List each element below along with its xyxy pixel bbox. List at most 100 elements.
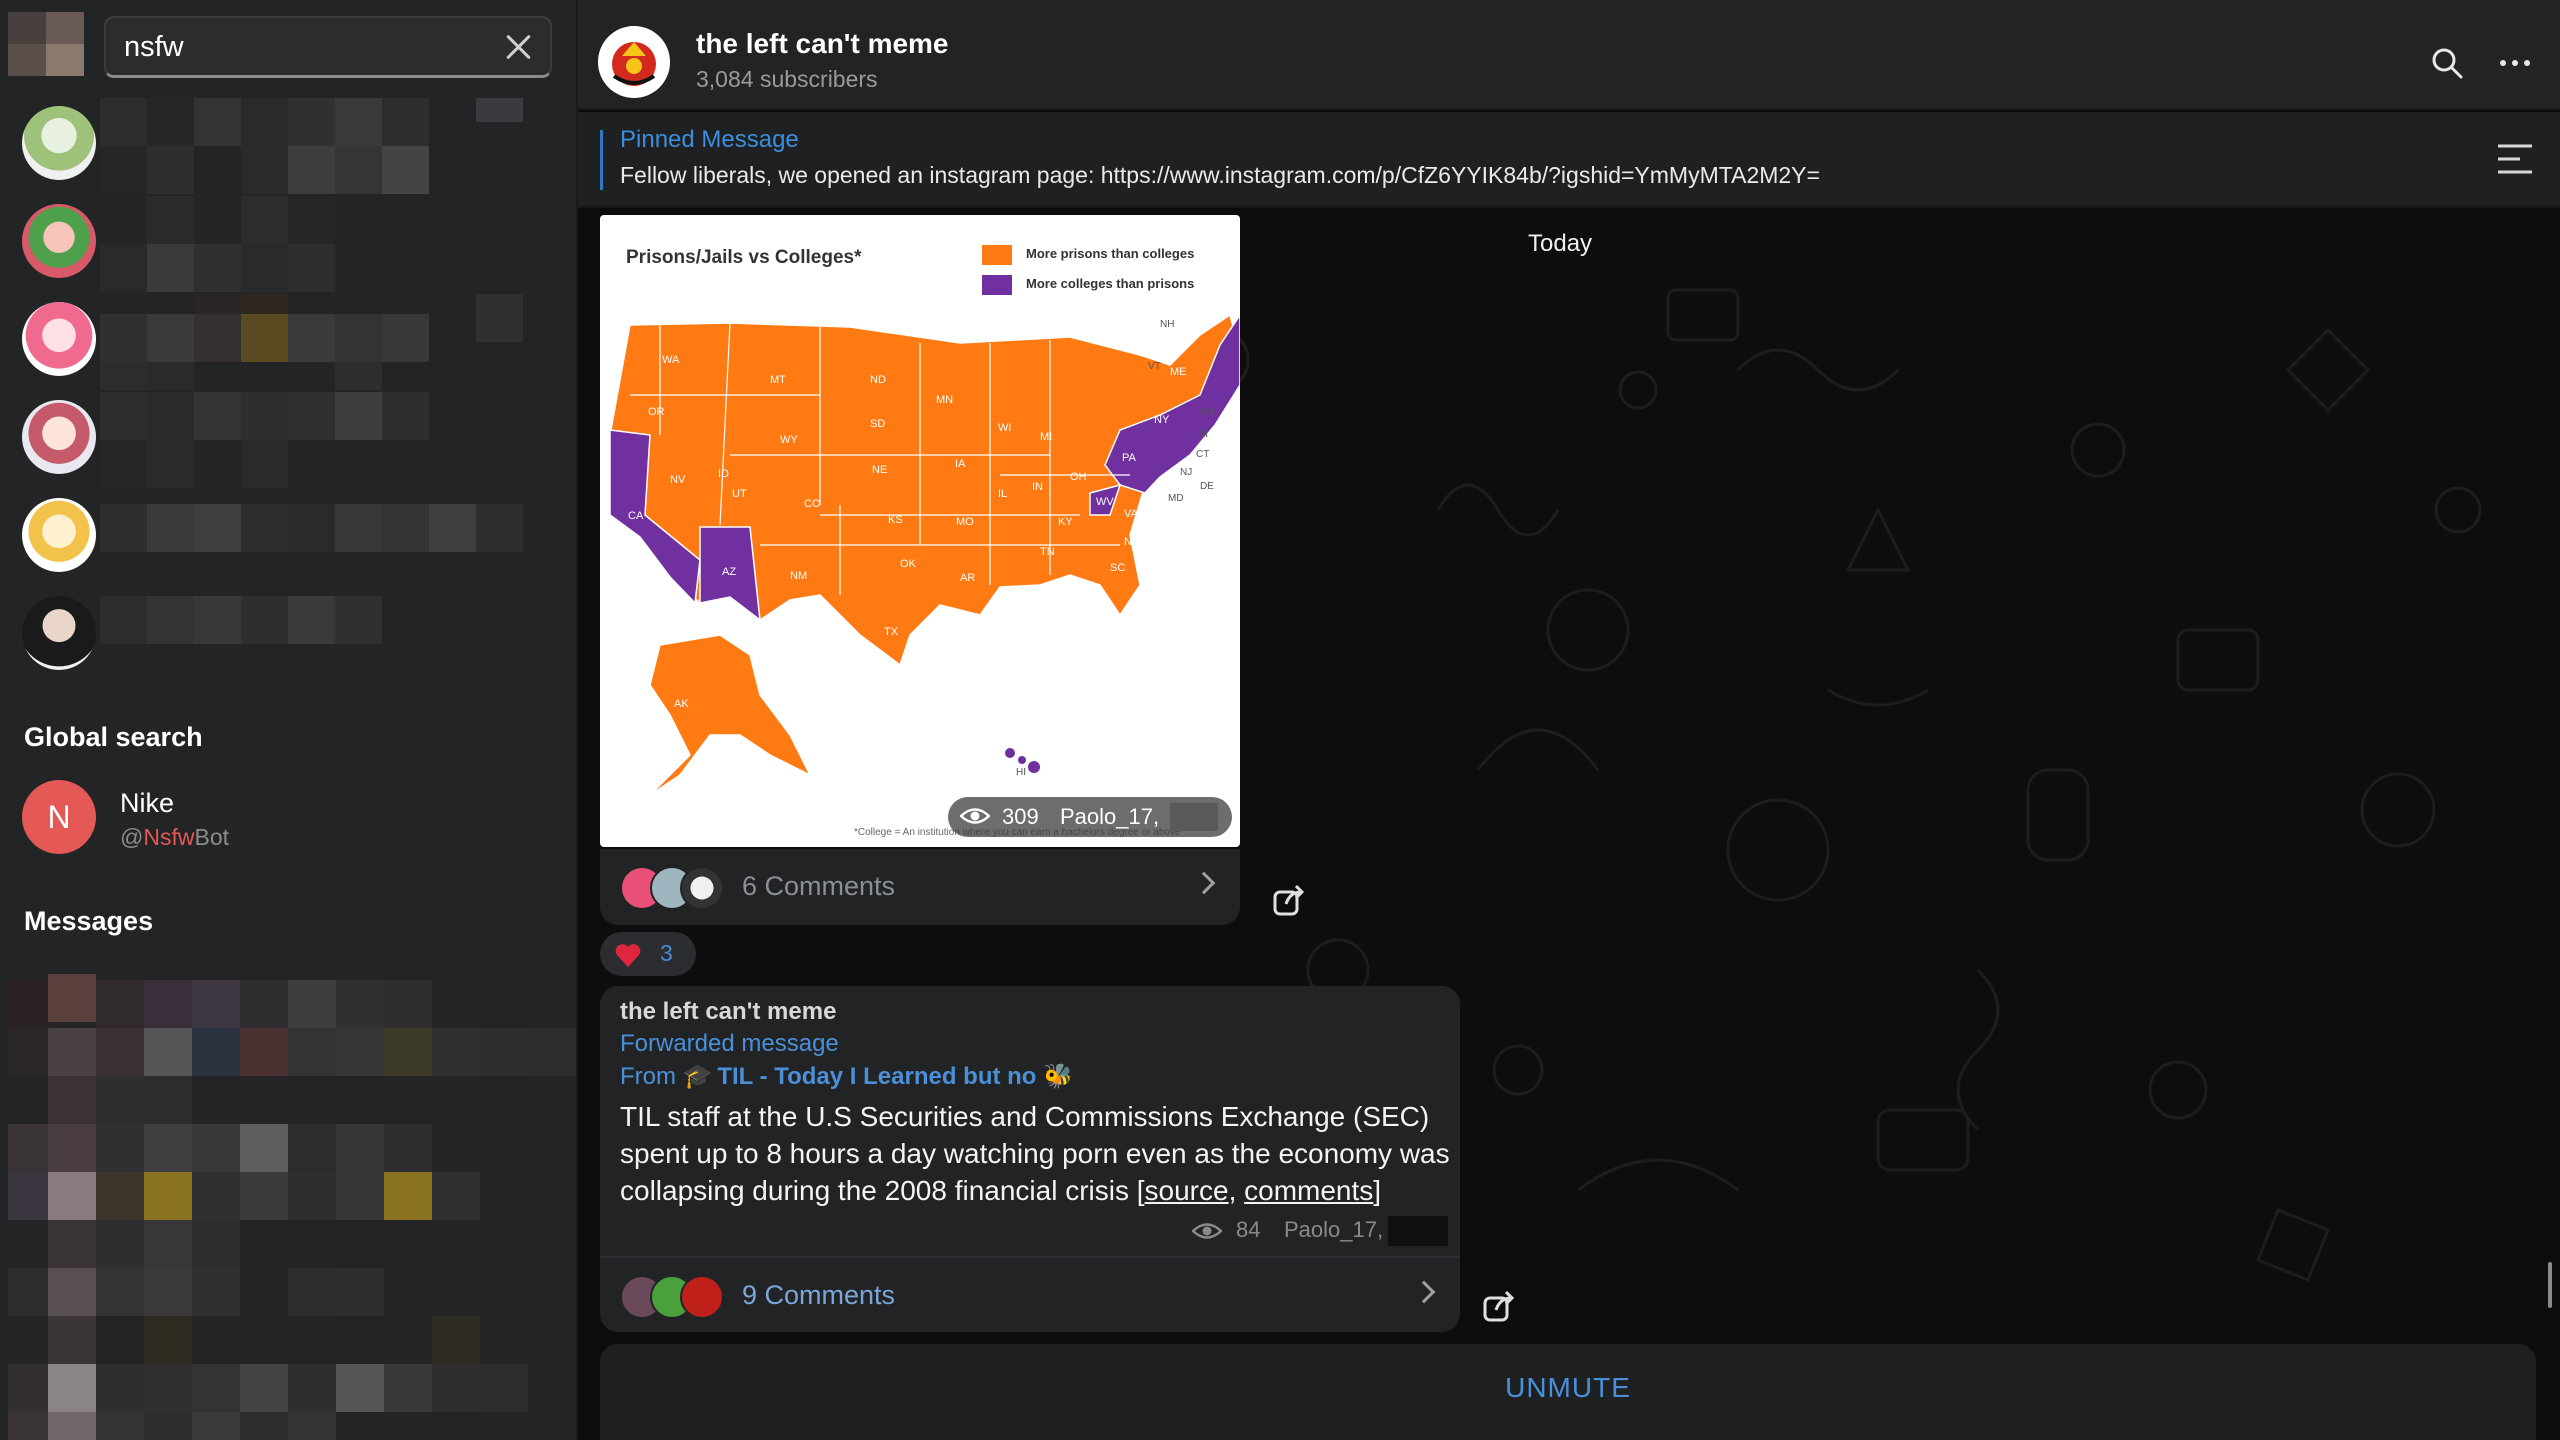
forwarded-from[interactable]: From 🎓 TIL - Today I Learned but no 🐝 <box>620 1062 1073 1091</box>
avatar <box>22 596 96 670</box>
svg-text:WA: WA <box>662 354 680 366</box>
heart-icon <box>615 944 641 967</box>
svg-text:OK: OK <box>900 558 917 570</box>
from-label: From <box>620 1063 676 1090</box>
us-map: WA OR CA ID MT WY NV UT CO AZ NM ND SD NE KS OK TX MN… <box>609 313 1240 796</box>
from-channel[interactable]: TIL - Today I Learned but no <box>717 1063 1036 1090</box>
message-results-pixelated[interactable] <box>0 962 576 1440</box>
svg-text:NM: NM <box>790 570 807 582</box>
svg-text:FL: FL <box>1116 658 1129 670</box>
source-link[interactable]: source <box>1145 1175 1229 1206</box>
chevron-right-icon <box>1192 871 1216 895</box>
svg-text:MA: MA <box>1200 407 1215 418</box>
svg-text:SD: SD <box>870 418 885 430</box>
unmute-button[interactable]: UNMUTE <box>600 1372 2536 1404</box>
pixelated-content <box>100 392 540 488</box>
svg-text:KY: KY <box>1058 516 1073 528</box>
svg-text:NV: NV <box>670 474 686 486</box>
graduation-cap-icon: 🎓 <box>682 1063 713 1090</box>
comments-button[interactable]: 9 Comments <box>600 1258 1460 1332</box>
menu-avatar[interactable] <box>8 12 84 76</box>
pixelated-content <box>100 196 540 292</box>
redacted-block <box>1388 1216 1448 1246</box>
avatar: N <box>22 780 96 854</box>
reaction-heart[interactable]: 3 <box>600 932 696 976</box>
svg-text:VA: VA <box>1124 508 1139 520</box>
eye-icon <box>1192 1223 1222 1239</box>
svg-text:AL: AL <box>1036 590 1049 602</box>
result-username: @NsfwBot <box>120 824 229 851</box>
svg-text:MO: MO <box>956 516 974 528</box>
pinned-title: Pinned Message <box>620 126 799 153</box>
comments-button[interactable]: 6 Comments <box>600 849 1240 925</box>
svg-text:MT: MT <box>770 374 786 386</box>
svg-text:NY: NY <box>1154 414 1170 426</box>
post-image[interactable]: Prisons/Jails vs Colleges* More prisons … <box>600 215 1240 847</box>
chat-row[interactable] <box>0 98 576 194</box>
chat-header[interactable]: the left can't meme 3,084 subscribers <box>578 0 2560 110</box>
pinned-message[interactable]: Pinned Message Fellow liberals, we opene… <box>578 112 2560 208</box>
pixelated-content <box>100 294 540 390</box>
post-meta: 84 Paolo_17, <box>1192 1216 1448 1246</box>
comments-count: 9 Comments <box>742 1280 896 1310</box>
svg-text:MI: MI <box>1040 431 1052 443</box>
svg-text:NC: NC <box>1124 536 1140 548</box>
chevron-right-icon <box>1412 1280 1436 1304</box>
messages-title: Messages <box>24 906 154 936</box>
avatar <box>22 498 96 572</box>
svg-text:ND: ND <box>870 374 886 386</box>
scrollbar-thumb[interactable] <box>2548 1262 2552 1308</box>
chat-row[interactable] <box>0 196 576 292</box>
eye-icon <box>960 808 990 824</box>
svg-text:UT: UT <box>732 488 747 500</box>
avatar <box>22 106 96 180</box>
svg-text:AR: AR <box>960 572 975 584</box>
svg-text:KS: KS <box>888 514 903 526</box>
share-icon[interactable] <box>1268 880 1308 920</box>
svg-text:MN: MN <box>936 394 953 406</box>
channel-title[interactable]: the left can't meme <box>696 28 949 60</box>
svg-text:WY: WY <box>780 434 798 446</box>
svg-text:TN: TN <box>1040 546 1055 558</box>
svg-text:MS: MS <box>1010 592 1027 604</box>
avatar <box>680 866 724 910</box>
reaction-count: 3 <box>660 940 673 966</box>
pixelated-content <box>100 490 540 586</box>
svg-text:VT: VT <box>1148 361 1161 372</box>
post-channel[interactable]: the left can't meme <box>620 998 836 1026</box>
svg-text:ME: ME <box>1170 366 1187 378</box>
bee-icon: 🐝 <box>1043 1063 1074 1090</box>
post-author: Paolo_17, <box>1284 1217 1384 1242</box>
chat-row[interactable] <box>0 392 576 488</box>
commenter-avatars <box>620 1275 730 1319</box>
message-post: Prisons/Jails vs Colleges* More prisons … <box>600 215 1240 925</box>
post-author: Paolo_17, <box>1060 804 1160 829</box>
pinned-text[interactable]: Fellow liberals, we opened an instagram … <box>620 162 1820 189</box>
global-search-result[interactable]: N Nike @NsfwBot <box>0 770 576 870</box>
search-icon[interactable] <box>2430 46 2464 80</box>
comments-link[interactable]: comments <box>1244 1175 1373 1206</box>
search-box[interactable] <box>104 16 552 78</box>
global-search-title: Global search <box>24 722 203 752</box>
svg-text:NJ: NJ <box>1180 467 1192 478</box>
channel-avatar[interactable] <box>598 26 670 98</box>
svg-text:CT: CT <box>1196 449 1209 460</box>
forwarded-label: Forwarded message <box>620 1030 839 1057</box>
pinned-list-icon[interactable] <box>2496 142 2534 176</box>
avatar <box>680 1275 724 1319</box>
svg-text:ID: ID <box>718 468 729 480</box>
share-icon[interactable] <box>1478 1286 1518 1326</box>
chat-row[interactable] <box>0 588 576 684</box>
svg-text:CO: CO <box>804 498 821 510</box>
more-options-icon[interactable] <box>2498 46 2532 80</box>
username-match: Nsfw <box>143 824 195 850</box>
chat-row[interactable] <box>0 294 576 390</box>
avatar <box>22 400 96 474</box>
bottom-bar: UNMUTE <box>600 1344 2536 1440</box>
svg-text:AK: AK <box>674 698 689 710</box>
close-icon[interactable] <box>504 32 534 62</box>
svg-text:IA: IA <box>955 458 966 470</box>
search-input[interactable] <box>124 28 484 66</box>
chat-row[interactable] <box>0 490 576 586</box>
svg-text:OH: OH <box>1070 471 1087 483</box>
